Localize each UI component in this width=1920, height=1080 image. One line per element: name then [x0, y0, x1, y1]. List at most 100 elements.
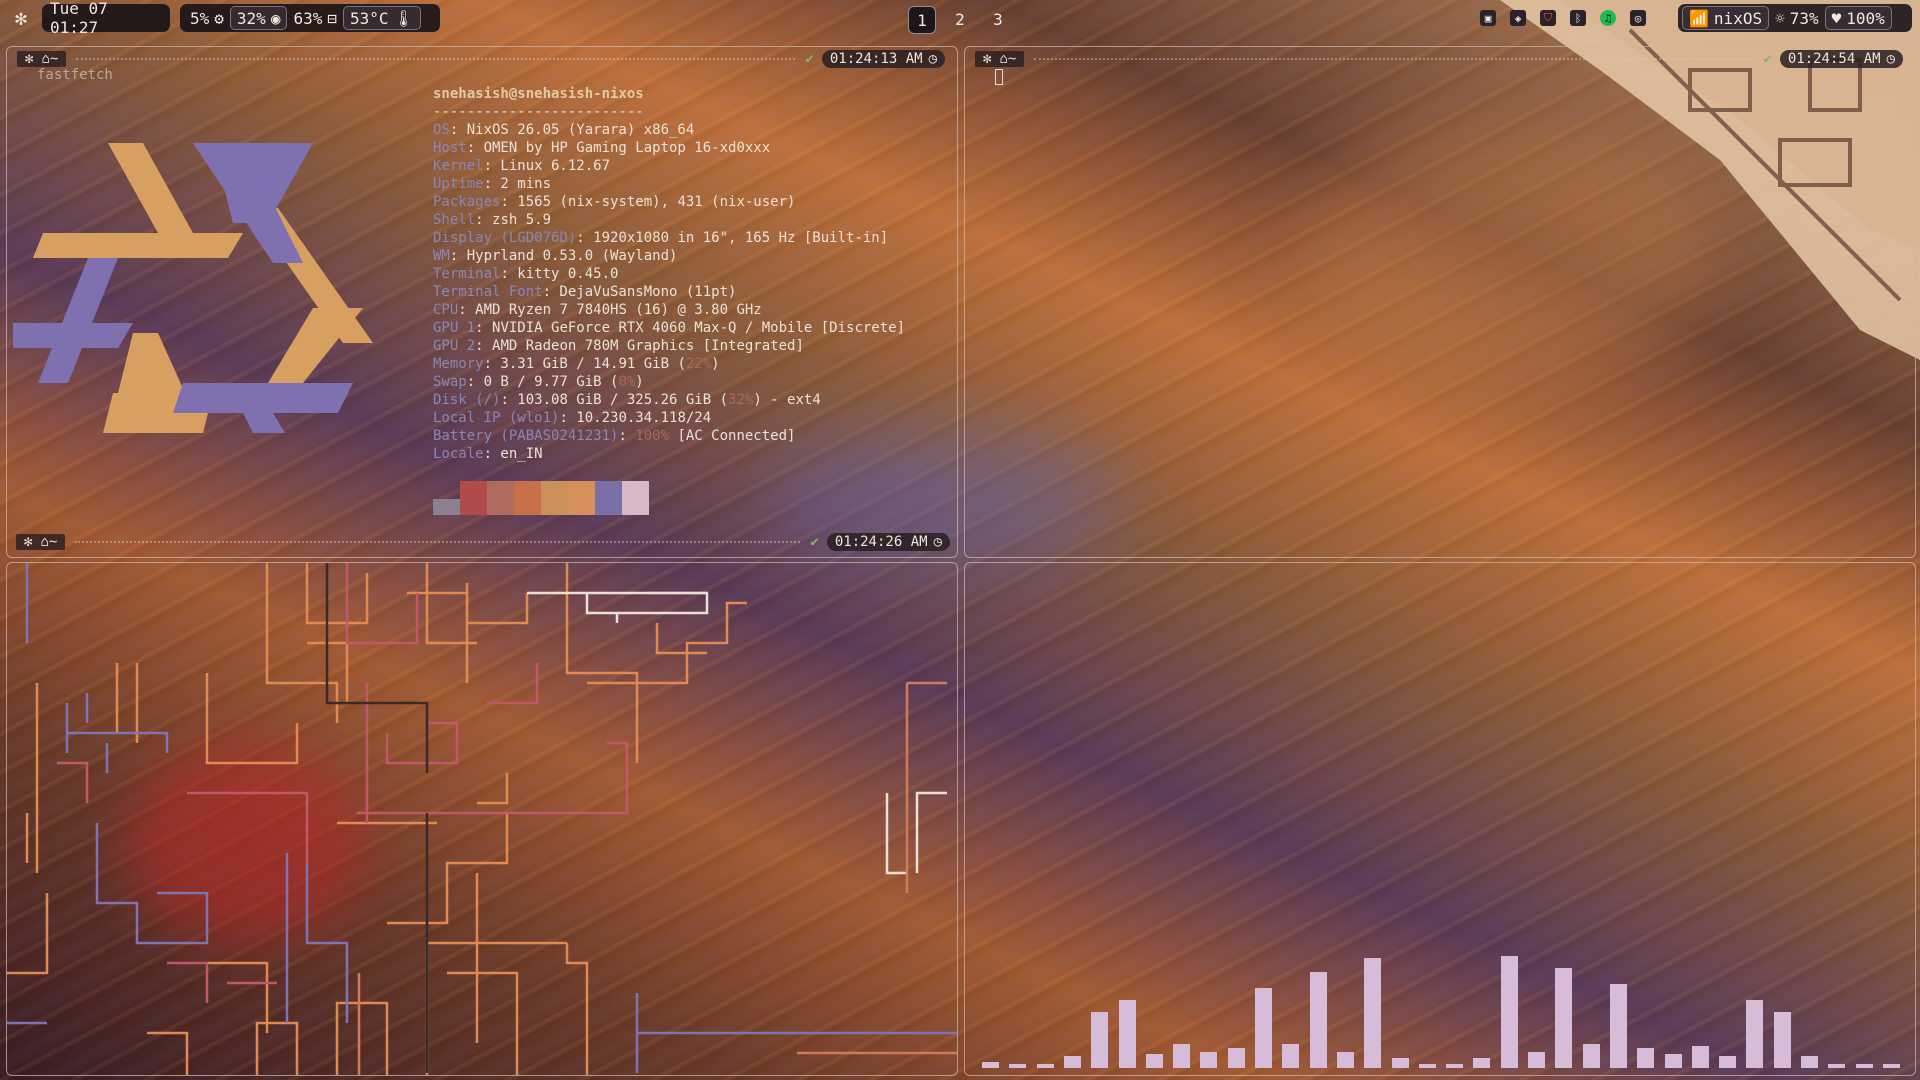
info-tail: ) — [711, 356, 720, 372]
tray-discord-icon[interactable]: ◈ — [1510, 10, 1526, 26]
info-key: WM — [433, 248, 450, 264]
user-host: snehasish@snehasish-nixos — [433, 86, 644, 102]
workspace-2[interactable]: 2 — [947, 6, 973, 32]
prompt-filler — [1034, 58, 1754, 60]
visualizer-bar — [1555, 968, 1573, 1068]
info-value: : 1565 (nix-system), 431 (nix-user) — [500, 194, 796, 210]
visualizer-bar — [1309, 972, 1327, 1068]
visualizer-bar — [1746, 1000, 1764, 1068]
info-line: Packages: 1565 (nix-system), 431 (nix-us… — [433, 193, 795, 211]
cpu-stat: 5% ⚙ — [190, 8, 224, 28]
info-value: : DejaVuSansMono (11pt) — [542, 284, 737, 300]
visualizer-bar — [982, 1062, 999, 1068]
prompt-segment: ✻ ⌂~ — [17, 51, 67, 67]
nix-snowflake-icon[interactable]: ✻ — [15, 6, 27, 30]
info-line: Local IP (wlo1): 10.230.34.118/24 — [433, 409, 711, 427]
info-tail: [AC Connected] — [669, 428, 796, 444]
prompt-segment: ✻ ⌂~ — [16, 534, 66, 550]
info-key: Disk (/) — [433, 392, 501, 408]
terminal-pane-visualizer[interactable] — [964, 562, 1916, 1076]
visualizer-bar — [1282, 1044, 1300, 1068]
prompt-time: 01:24:54 AM ◷ — [1779, 50, 1903, 68]
info-line: Host: OMEN by HP Gaming Laptop 16-xd0xxx — [433, 139, 770, 157]
battery-heart-icon: ♥ — [1831, 8, 1842, 28]
memory-stat: 32% ◉ — [229, 6, 288, 30]
info-line: Locale: en_IN — [433, 445, 543, 463]
info-key: Swap — [433, 374, 467, 390]
visualizer-bar — [1801, 1056, 1818, 1068]
network-pill[interactable]: 📶 nixOS ☼ 73% ♥ 100% — [1678, 4, 1912, 32]
visualizer-bar — [1691, 1046, 1709, 1068]
check-icon: ✔ — [1763, 51, 1772, 67]
home-icon: ⌂~ — [40, 534, 58, 550]
clock-icon: ◷ — [933, 534, 942, 550]
info-key: GPU 2 — [433, 338, 476, 354]
launcher-pill[interactable]: ✻ — [6, 4, 36, 32]
brightness-status[interactable]: ☼ 73% — [1769, 4, 1825, 32]
tray-bluetooth-icon[interactable]: ᛒ — [1570, 10, 1586, 26]
palette-swatch — [568, 481, 595, 515]
tray-app-icon[interactable]: ▣ — [1480, 10, 1496, 26]
info-line: OS: NixOS 26.05 (Yarara) x86_64 — [433, 121, 694, 139]
top-bar: ✻ Tue 07 01:27 5% ⚙ 32% ◉ 63% ⊟ 53°C 🌡 1 2 3… — [0, 0, 1920, 38]
terminal-pane-empty-top[interactable]: ✻ ⌂~ ✔ 01:24:54 AM ◷ — [964, 46, 1916, 558]
visualizer-bar — [1637, 1048, 1655, 1068]
info-line: CPU: AMD Ryzen 7 7840HS (16) @ 3.80 GHz — [433, 301, 762, 319]
home-icon: ⌂~ — [999, 51, 1017, 67]
system-stats-pill[interactable]: 5% ⚙ 32% ◉ 63% ⊟ 53°C 🌡 — [180, 4, 440, 32]
tray-pill: ▣ ◈ ⛉ ᛒ ♫ ◎ — [1470, 4, 1670, 32]
terminal-pane-pipes[interactable] — [6, 562, 958, 1076]
info-key: Terminal — [433, 266, 501, 282]
visualizer-bar — [1609, 984, 1627, 1068]
info-value: : 2 mins — [483, 176, 552, 192]
workspace-1[interactable]: 1 — [908, 6, 936, 34]
visualizer-bar — [1473, 1058, 1491, 1068]
terminal-pane-fastfetch[interactable]: ✻ ⌂~ ✔ 01:24:13 AM ◷ fastfetch snehasish… — [6, 46, 958, 558]
thermometer-icon: 🌡 — [393, 8, 414, 28]
nix-icon: ✻ — [25, 51, 34, 67]
prompt-filler — [76, 58, 796, 60]
visualizer-bar — [1063, 1056, 1081, 1068]
disk-stat: 63% ⊟ — [293, 8, 337, 28]
wifi-status[interactable]: 📶 nixOS — [1682, 6, 1770, 30]
visualizer-bar — [1855, 1064, 1873, 1068]
visualizer-bar — [1364, 958, 1382, 1068]
info-value: : zsh 5.9 — [475, 212, 552, 228]
visualizer-bar — [1255, 988, 1272, 1068]
palette-swatch — [460, 481, 487, 515]
visualizer-bar — [1391, 1058, 1409, 1068]
terminal-prompt-bar: ✻ ⌂~ ✔ 01:24:13 AM ◷ — [17, 49, 945, 69]
info-line: GPU 2: AMD Radeon 780M Graphics [Integra… — [433, 337, 804, 355]
info-key: Memory — [433, 356, 484, 372]
info-tail: ) — [635, 374, 644, 390]
info-key: Terminal Font — [433, 284, 543, 300]
tray-spotify-icon[interactable]: ♫ — [1600, 10, 1616, 26]
info-line: Shell: zsh 5.9 — [433, 211, 551, 229]
info-key: Host — [433, 140, 467, 156]
clock-pill[interactable]: Tue 07 01:27 — [42, 0, 170, 37]
visualizer-bar — [1036, 1064, 1054, 1068]
temperature-stat: 53°C 🌡 — [343, 6, 421, 30]
tray-steam-icon[interactable]: ◎ — [1630, 10, 1646, 26]
info-key: Packages — [433, 194, 501, 210]
info-line: Battery (PABAS0241231): 100% [AC Connect… — [433, 427, 795, 445]
check-icon: ✔ — [810, 534, 819, 550]
prompt-time: 01:24:26 AM ◷ — [826, 533, 950, 551]
info-value: : NVIDIA GeForce RTX 4060 Max-Q / Mobile… — [475, 320, 906, 336]
visualizer-bar — [1882, 1064, 1900, 1068]
workspace-3[interactable]: 3 — [985, 6, 1011, 32]
palette-swatch — [622, 481, 649, 515]
visualizer-bar — [1118, 1000, 1136, 1068]
info-value: : Hyprland 0.53.0 (Wayland) — [449, 248, 678, 264]
info-line: WM: Hyprland 0.53.0 (Wayland) — [433, 247, 677, 265]
info-line: Display (LGD076D): 1920x1080 in 16", 165… — [433, 229, 888, 247]
nix-icon: ✻ — [983, 51, 992, 67]
check-icon: ✔ — [805, 51, 814, 67]
wifi-icon: 📶 — [1689, 8, 1709, 28]
tray-brave-icon[interactable]: ⛉ — [1540, 10, 1556, 26]
info-key: OS — [433, 122, 450, 138]
info-key: Locale — [433, 446, 484, 462]
info-key: GPU 1 — [433, 320, 476, 336]
terminal-prompt-bar-lower: ✻ ⌂~ ✔ 01:24:26 AM ◷ — [16, 532, 950, 552]
battery-status[interactable]: ♥ 100% — [1824, 6, 1892, 30]
